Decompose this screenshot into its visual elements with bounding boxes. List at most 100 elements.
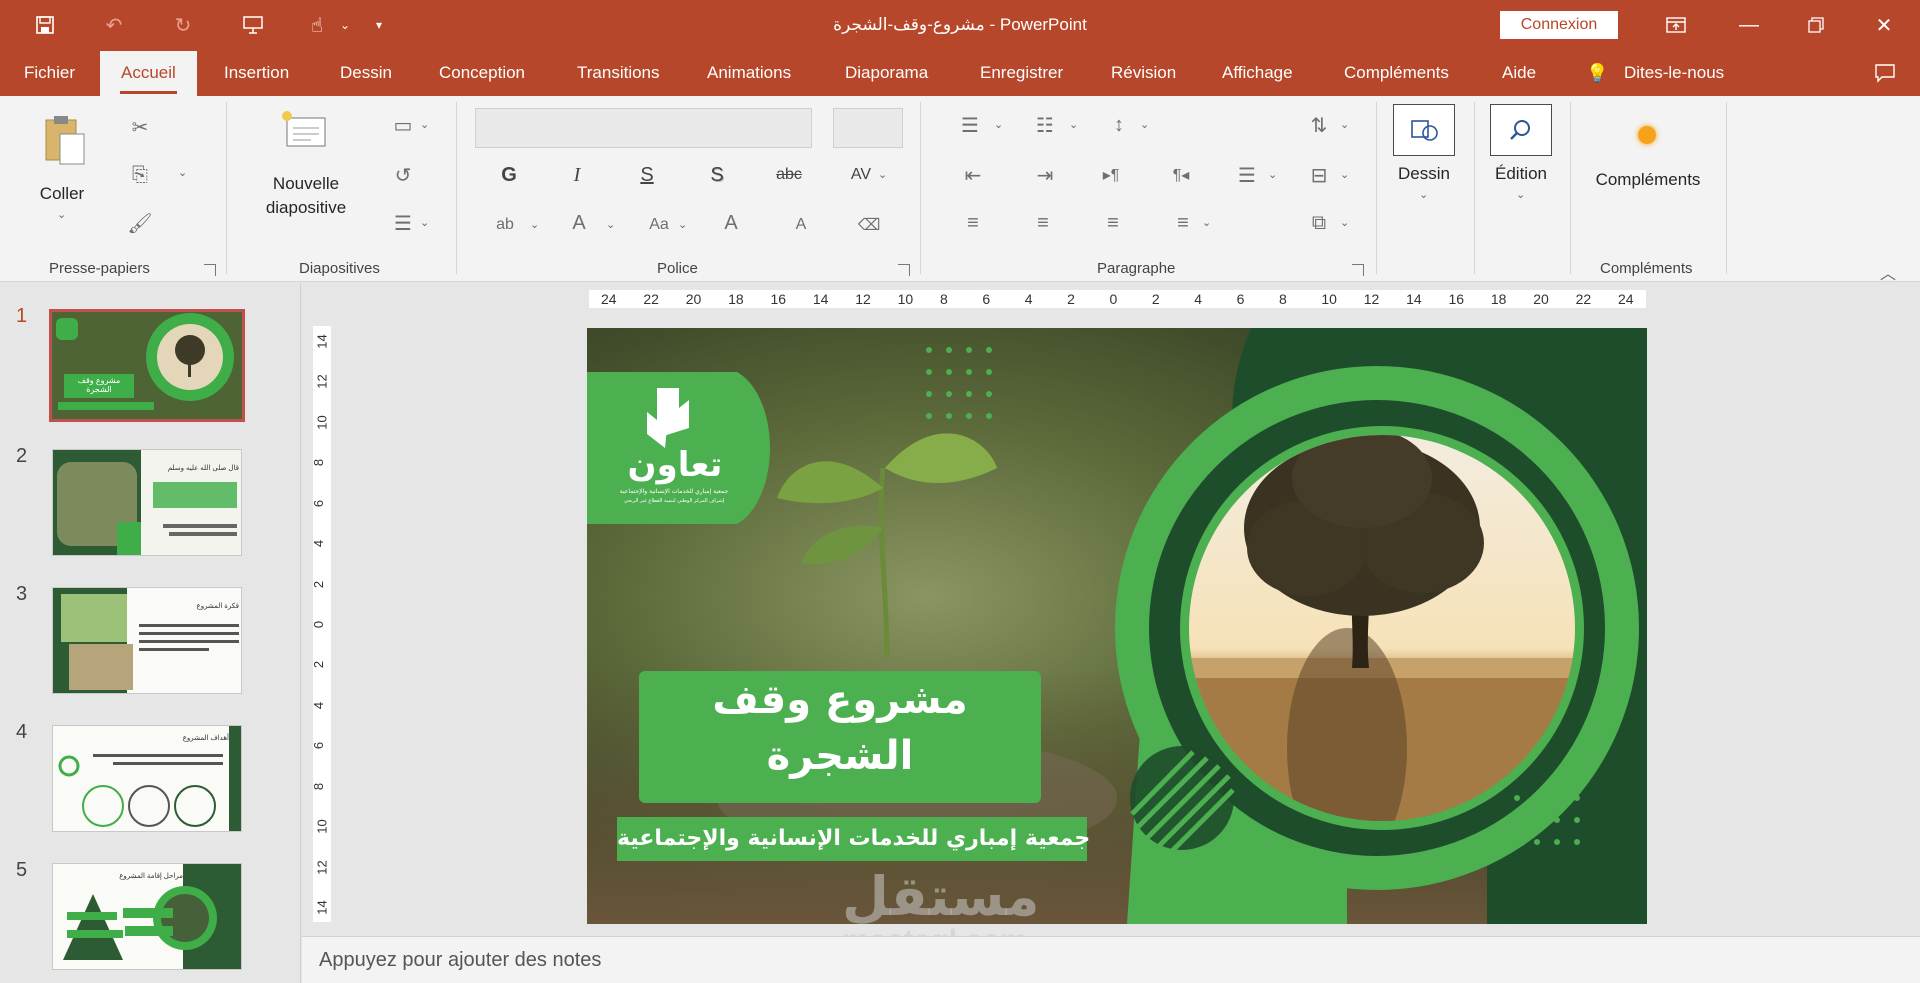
tab-conception[interactable]: Conception — [437, 50, 527, 96]
collapse-ribbon-icon[interactable]: ︿ — [1880, 260, 1896, 284]
section-chevron-icon[interactable]: ⌄ — [420, 216, 429, 229]
tab-diaporama[interactable]: Diaporama — [843, 50, 930, 96]
ribbon-display-options-icon[interactable] — [1646, 0, 1706, 50]
character-spacing-button[interactable]: AV — [846, 160, 876, 190]
section-icon[interactable]: ☰ — [388, 208, 418, 238]
text-direction-icon[interactable]: ⇅ — [1304, 110, 1334, 140]
ltr-icon[interactable]: ▸¶ — [1096, 160, 1126, 190]
comments-icon[interactable] — [1872, 50, 1898, 96]
align-left-icon[interactable]: ≡ — [958, 208, 988, 238]
increase-indent-icon[interactable]: ⇥ — [1030, 160, 1060, 190]
italic-button[interactable]: I — [562, 160, 592, 190]
tab-complements[interactable]: Compléments — [1342, 50, 1451, 96]
new-slide-icon[interactable] — [281, 110, 329, 150]
numbering-chevron-icon[interactable]: ⌄ — [1069, 118, 1078, 131]
layout-chevron-icon[interactable]: ⌄ — [420, 118, 429, 131]
addins-button-label[interactable]: Compléments — [1590, 170, 1706, 190]
font-name-select[interactable] — [475, 108, 812, 148]
font-color-chevron-icon[interactable]: ⌄ — [606, 218, 615, 231]
columns-icon[interactable]: ☰ — [1232, 160, 1262, 190]
tab-revision[interactable]: Révision — [1109, 50, 1178, 96]
slide-thumbnail-3[interactable]: فكرة المشروع — [52, 587, 242, 694]
align-text-icon[interactable]: ⊟ — [1304, 160, 1334, 190]
bullets-icon[interactable]: ☰ — [955, 110, 985, 140]
paste-chevron-icon[interactable]: ⌄ — [57, 208, 66, 221]
new-slide-label[interactable]: Nouvelle diapositive — [250, 172, 362, 220]
shadow-button[interactable]: S — [702, 160, 732, 190]
tab-affichage[interactable]: Affichage — [1220, 50, 1295, 96]
align-text-chevron-icon[interactable]: ⌄ — [1340, 168, 1349, 181]
present-from-start-icon[interactable] — [238, 10, 268, 40]
tab-fichier[interactable]: Fichier — [22, 50, 77, 96]
paragraph-launcher-icon[interactable] — [1352, 264, 1364, 276]
redo-icon[interactable]: ↻ — [168, 10, 198, 40]
undo-icon[interactable]: ↶ — [99, 10, 129, 40]
line-spacing-icon[interactable]: ↕ — [1104, 110, 1134, 140]
sign-in-button[interactable]: Connexion — [1500, 11, 1618, 39]
strikethrough-button[interactable]: abc — [774, 160, 804, 190]
title-box[interactable]: مشروع وقف الشجرة — [639, 671, 1041, 803]
notes-pane[interactable]: Appuyez pour ajouter des notes — [302, 936, 1920, 983]
minimize-icon[interactable]: — — [1719, 0, 1779, 50]
tab-dessin[interactable]: Dessin — [338, 50, 394, 96]
search-icon[interactable] — [1490, 104, 1552, 156]
align-center-icon[interactable]: ≡ — [1028, 208, 1058, 238]
tab-accueil[interactable]: Accueil — [100, 51, 197, 96]
addins-icon[interactable] — [1638, 126, 1656, 144]
slide-thumbnail-2[interactable]: قال صلى الله عليه وسلم — [52, 449, 242, 556]
lightbulb-icon[interactable]: 💡 — [1584, 50, 1610, 96]
touch-mode-icon[interactable]: ☝ — [302, 10, 332, 40]
vertical-ruler[interactable]: 14 12 10 8 6 4 2 0 2 4 6 8 10 12 14 — [311, 326, 331, 922]
shrink-font-button[interactable]: A — [786, 210, 816, 240]
grow-font-button[interactable]: A — [716, 208, 746, 238]
text-direction-chevron-icon[interactable]: ⌄ — [1340, 118, 1349, 131]
editing-label[interactable]: Édition — [1486, 164, 1556, 184]
align-right-icon[interactable]: ≡ — [1098, 208, 1128, 238]
columns-chevron-icon[interactable]: ⌄ — [1268, 168, 1277, 181]
numbering-icon[interactable]: ☷ — [1030, 110, 1060, 140]
cut-icon[interactable]: ✂ — [125, 112, 155, 142]
tab-animations[interactable]: Animations — [705, 50, 793, 96]
reset-icon[interactable]: ↺ — [388, 160, 418, 190]
tab-transitions[interactable]: Transitions — [575, 50, 662, 96]
underline-button[interactable]: S — [632, 160, 662, 190]
slide-thumbnail-5[interactable]: مراحل إقامة المشروع — [52, 863, 242, 970]
line-spacing-chevron-icon[interactable]: ⌄ — [1140, 118, 1149, 131]
slide-canvas[interactable]: تعاون جمعية إمباري للخدمات الإنسانية وال… — [587, 328, 1647, 924]
customize-toolbar-icon[interactable]: ▾ — [364, 10, 394, 40]
copy-chevron-icon[interactable]: ⌄ — [178, 166, 187, 179]
rtl-icon[interactable]: ¶◂ — [1166, 160, 1196, 190]
drawing-label[interactable]: Dessin — [1393, 164, 1455, 184]
tab-aide[interactable]: Aide — [1500, 50, 1538, 96]
slide-thumbnail-1[interactable]: مشروع وقف الشجرة — [49, 309, 245, 422]
layout-icon[interactable]: ▭ — [388, 110, 418, 140]
horizontal-ruler[interactable]: 24 22 20 18 16 14 12 10 8 6 4 2 0 2 4 6 8 10 12 14 16 18 20 22 2… — [589, 290, 1646, 308]
justify-icon[interactable]: ≡ — [1168, 208, 1198, 238]
highlight-icon[interactable]: ab — [490, 210, 520, 240]
chevron-down-icon[interactable]: ⌄ — [330, 10, 360, 40]
justify-chevron-icon[interactable]: ⌄ — [1202, 216, 1211, 229]
highlight-chevron-icon[interactable]: ⌄ — [530, 218, 539, 231]
close-icon[interactable]: ✕ — [1854, 0, 1914, 50]
bullets-chevron-icon[interactable]: ⌄ — [994, 118, 1003, 131]
spacing-chevron-icon[interactable]: ⌄ — [878, 168, 887, 181]
clipboard-launcher-icon[interactable] — [204, 264, 216, 276]
save-icon[interactable] — [30, 10, 60, 40]
bold-button[interactable]: G — [494, 160, 524, 190]
slide-thumbnail-4[interactable]: أهداف المشروع — [52, 725, 242, 832]
decrease-indent-icon[interactable]: ⇤ — [958, 160, 988, 190]
font-color-button[interactable]: A — [564, 208, 594, 238]
paste-icon[interactable] — [40, 114, 90, 170]
copy-icon[interactable]: ⎘ — [125, 160, 155, 190]
font-size-select[interactable] — [833, 108, 903, 148]
case-chevron-icon[interactable]: ⌄ — [678, 218, 687, 231]
editing-chevron-icon[interactable]: ⌄ — [1516, 188, 1525, 201]
slide-subtitle[interactable]: جمعية إمباري للخدمات الإنسانية والإجتماع… — [617, 817, 1090, 861]
restore-icon[interactable] — [1786, 0, 1846, 50]
clear-formatting-icon[interactable]: ⌫ — [854, 210, 884, 240]
tab-insertion[interactable]: Insertion — [222, 50, 291, 96]
drawing-shapes-icon[interactable] — [1393, 104, 1455, 156]
tell-me-search[interactable]: Dites-le-nous — [1622, 50, 1726, 96]
change-case-button[interactable]: Aa — [644, 210, 674, 240]
drawing-chevron-icon[interactable]: ⌄ — [1419, 188, 1428, 201]
